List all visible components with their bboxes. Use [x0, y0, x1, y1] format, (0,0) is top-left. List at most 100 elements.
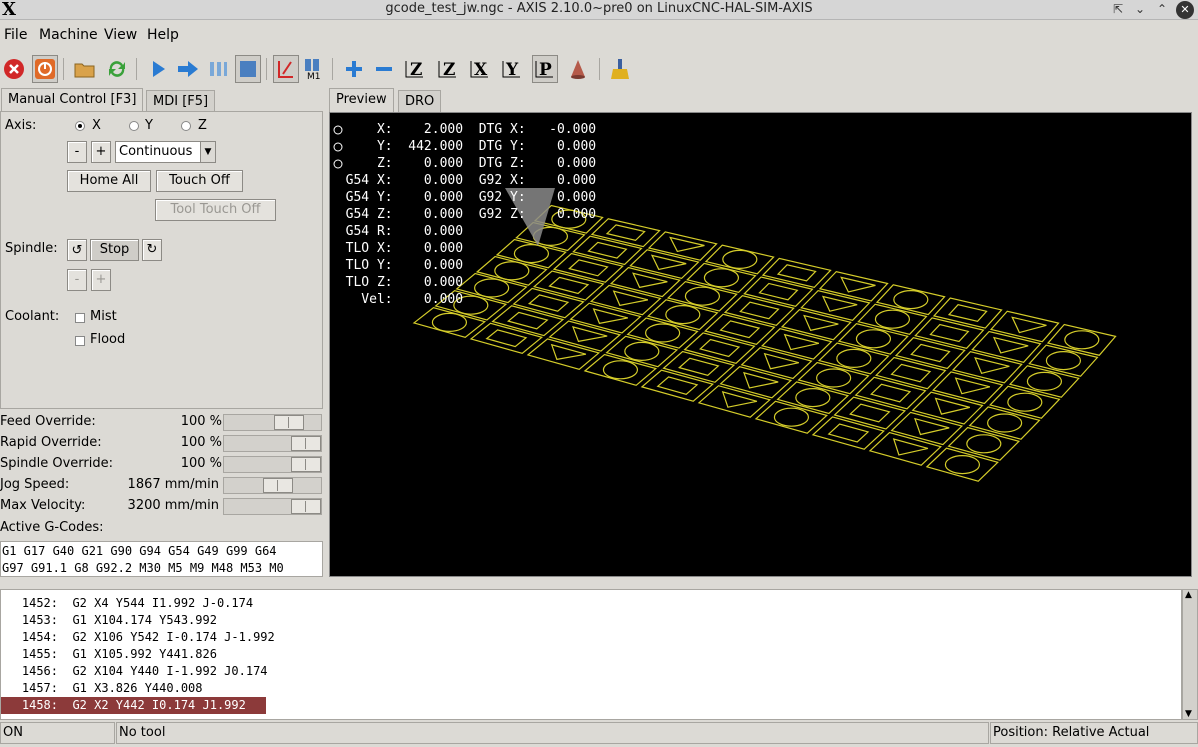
slider-track[interactable] — [223, 414, 322, 431]
gcode-line[interactable]: 1452: G2 X4 Y544 I1.992 J-0.174 — [1, 595, 253, 612]
toolpath-circle — [855, 329, 892, 349]
tab-dro[interactable]: DRO — [398, 90, 442, 112]
minimize-icon[interactable]: ⌄ — [1131, 0, 1149, 18]
axis-label: Axis: — [5, 118, 37, 133]
flood-checkbox[interactable] — [75, 336, 85, 346]
toolpath-square — [605, 224, 646, 242]
svg-text:Y: Y — [505, 60, 519, 80]
toolpath-circle — [722, 249, 758, 269]
view-z2-icon[interactable]: Z — [435, 55, 461, 83]
slider-track[interactable] — [223, 498, 322, 515]
slider-thumb[interactable] — [274, 415, 304, 430]
slider-thumb[interactable] — [263, 478, 293, 493]
toolpath-circle — [624, 341, 660, 361]
menu-help[interactable]: Help — [147, 27, 179, 43]
toolpath-cell — [662, 350, 736, 383]
step-icon[interactable] — [175, 55, 201, 83]
clear-backplot-icon[interactable] — [607, 55, 633, 83]
stop-icon[interactable] — [235, 55, 261, 83]
rotate-view-icon[interactable] — [565, 55, 591, 83]
gcode-line[interactable]: 1453: G1 X104.174 Y543.992 — [1, 612, 217, 629]
tab-mdi[interactable]: MDI [F5] — [146, 90, 216, 112]
home-all-button[interactable]: Home All — [67, 170, 151, 192]
spindle-slower-button[interactable]: - — [67, 269, 87, 291]
gcode-line[interactable]: 1457: G1 X3.826 Y440.008 — [1, 680, 203, 697]
preview-canvas[interactable]: X: 2.000 DTG X: -0.000 Y: 442.000 DTG Y:… — [329, 112, 1192, 577]
slider-track[interactable] — [223, 456, 322, 473]
dro-line: TLO X: 0.000 — [330, 241, 464, 256]
spindle-ccw-button[interactable]: ↺ — [67, 239, 87, 261]
axis-z-label[interactable]: Z — [198, 118, 207, 133]
mist-checkbox[interactable] — [75, 313, 85, 323]
scroll-up-icon[interactable]: ▲ — [1185, 590, 1192, 600]
spindle-stop-button[interactable]: Stop — [90, 239, 139, 261]
axis-x-label[interactable]: X — [92, 118, 101, 133]
tool-touch-off-button[interactable]: Tool Touch Off — [155, 199, 276, 221]
slider-thumb[interactable] — [291, 499, 321, 514]
gcode-line[interactable]: 1454: G2 X106 Y542 I-0.174 J-1.992 — [1, 629, 275, 646]
keep-above-icon[interactable]: ⇱ — [1109, 0, 1127, 18]
dro-line: Y: 442.000 DTG Y: 0.000 — [330, 139, 597, 154]
machine-power-icon[interactable] — [32, 55, 58, 83]
gcode-line[interactable]: 1456: G2 X104 Y440 I-1.992 J0.174 — [1, 663, 268, 680]
gcode-line-number: 1453: — [21, 613, 58, 627]
pause-icon[interactable] — [205, 55, 231, 83]
axis-x-radio[interactable] — [75, 121, 85, 131]
dro-line: TLO Y: 0.000 — [330, 258, 464, 273]
dro-line: X: 2.000 DTG X: -0.000 — [330, 122, 597, 137]
estop-icon[interactable] — [1, 55, 27, 83]
zoom-in-icon[interactable] — [341, 55, 367, 83]
gcode-line[interactable]: 1455: G1 X105.992 Y441.826 — [1, 646, 217, 663]
view-p-icon[interactable]: P — [532, 55, 558, 83]
mist-label[interactable]: Mist — [90, 309, 117, 324]
flood-label[interactable]: Flood — [90, 332, 125, 347]
axis-y-label[interactable]: Y — [145, 118, 153, 133]
jog-minus-button[interactable]: - — [67, 141, 87, 163]
view-y-icon[interactable]: Y — [499, 55, 525, 83]
maximize-icon[interactable]: ⌃ — [1153, 0, 1171, 18]
view-z-icon[interactable]: Z — [402, 55, 428, 83]
tab-manual-control[interactable]: Manual Control [F3] — [1, 88, 144, 112]
menu-machine[interactable]: Machine — [39, 27, 98, 43]
toolpath-triangle — [592, 308, 628, 325]
gcode-scrollbar[interactable]: ▲ ▼ — [1182, 589, 1198, 720]
spindle-faster-button[interactable]: + — [91, 269, 111, 291]
menu-view[interactable]: View — [104, 27, 137, 43]
gcode-listing[interactable]: 1452: G2 X4 Y544 I1.992 J-0.174 1453: G1 … — [0, 589, 1182, 720]
close-window-icon[interactable]: ✕ — [1176, 1, 1194, 19]
toolpath-circle — [1026, 371, 1063, 391]
toolpath-cell — [818, 270, 889, 302]
gcode-line-number: 1455: — [21, 647, 58, 661]
svg-text:P: P — [539, 60, 552, 80]
toolpath-cell — [719, 366, 793, 399]
toolpath-cell — [894, 337, 966, 370]
touch-off-button[interactable]: Touch Off — [156, 170, 243, 192]
tab-preview[interactable]: Preview — [329, 88, 394, 112]
reload-icon[interactable] — [104, 55, 130, 83]
toolpath-circle — [893, 290, 929, 310]
zoom-out-icon[interactable] — [371, 55, 397, 83]
menu-file[interactable]: File — [4, 27, 27, 43]
run-icon[interactable] — [145, 55, 171, 83]
view-x-icon[interactable]: X — [467, 55, 493, 83]
slider-thumb[interactable] — [291, 436, 321, 451]
gcode-line[interactable]: 1458: G2 X2 Y442 I0.174 J1.992 — [1, 697, 266, 714]
optional-stop-icon[interactable]: M1 — [301, 55, 327, 83]
open-file-icon[interactable] — [72, 55, 98, 83]
toolpath-cell — [874, 356, 947, 390]
toolpath-square — [485, 329, 528, 348]
slider-track[interactable] — [223, 435, 322, 452]
axis-z-radio[interactable] — [181, 121, 191, 131]
toolbar: M1 Z Z X Y P — [0, 54, 1198, 84]
axis-y-radio[interactable] — [129, 121, 139, 131]
spindle-cw-button[interactable]: ↻ — [142, 239, 162, 261]
toolpath-cell — [590, 218, 661, 248]
scroll-down-icon[interactable]: ▼ — [1185, 709, 1192, 719]
slider-thumb[interactable] — [291, 457, 321, 472]
jog-increment-select[interactable]: Continuous ▼ — [115, 141, 216, 163]
toolpath-square — [929, 323, 970, 343]
jog-plus-button[interactable]: + — [91, 141, 111, 163]
block-delete-icon[interactable] — [273, 55, 299, 83]
toolpath-circle — [874, 309, 911, 329]
slider-track[interactable] — [223, 477, 322, 494]
